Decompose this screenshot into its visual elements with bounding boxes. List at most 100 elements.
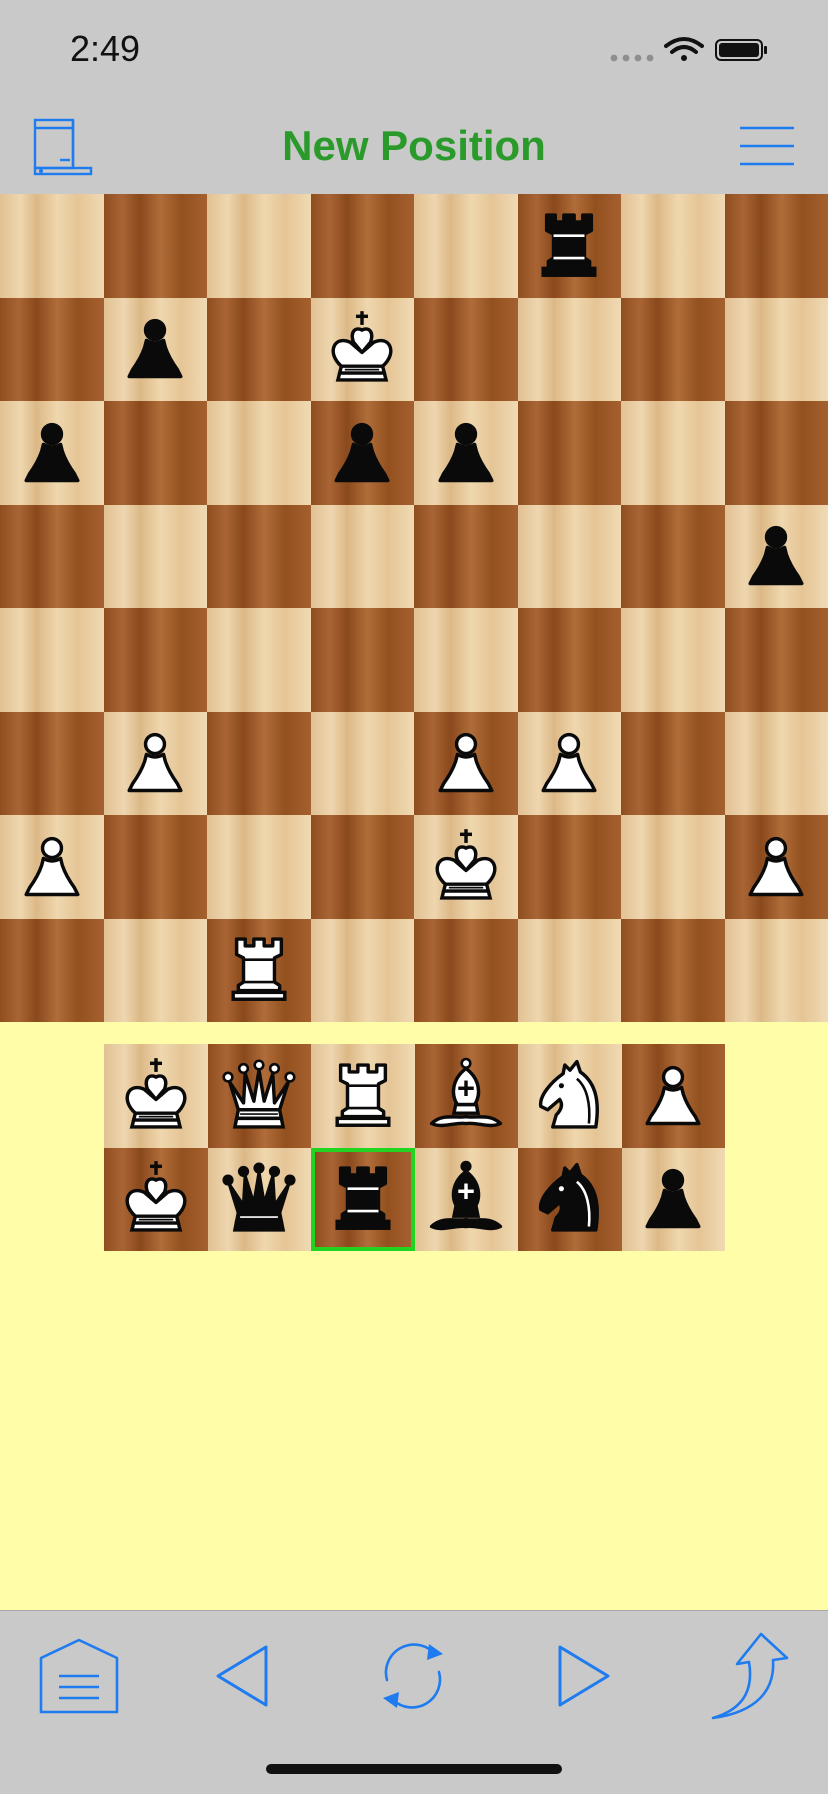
white-king-icon[interactable] (104, 1044, 208, 1148)
white-pawn-icon[interactable] (104, 712, 208, 816)
board-square-b6[interactable] (104, 401, 208, 505)
board-square-g6[interactable] (621, 401, 725, 505)
board-square-f3[interactable] (518, 712, 622, 816)
rotate-board-button[interactable] (368, 1631, 458, 1721)
home-menu-button[interactable] (34, 1631, 124, 1721)
board-square-c5[interactable] (207, 505, 311, 609)
board-square-f8[interactable] (518, 194, 622, 298)
next-move-button[interactable] (538, 1631, 628, 1721)
black-pawn-icon[interactable] (725, 505, 828, 609)
board-square-d7[interactable] (311, 298, 415, 402)
board-square-d5[interactable] (311, 505, 415, 609)
board-square-b3[interactable] (104, 712, 208, 816)
board-square-d6[interactable] (311, 401, 415, 505)
board-square-g4[interactable] (621, 608, 725, 712)
board-square-e8[interactable] (414, 194, 518, 298)
menu-button[interactable] (738, 124, 796, 168)
board-square-c2[interactable] (207, 815, 311, 919)
board-square-a7[interactable] (0, 298, 104, 402)
palette-slot-black-queen[interactable] (208, 1148, 312, 1252)
board-square-a3[interactable] (0, 712, 104, 816)
board-square-g3[interactable] (621, 712, 725, 816)
board-square-h8[interactable] (725, 194, 828, 298)
palette-slot-white-knight[interactable] (518, 1044, 622, 1148)
chess-board[interactable] (0, 194, 828, 1022)
board-square-b1[interactable] (104, 919, 208, 1023)
board-square-g5[interactable] (621, 505, 725, 609)
board-square-a1[interactable] (0, 919, 104, 1023)
board-square-e6[interactable] (414, 401, 518, 505)
black-knight-icon[interactable] (518, 1148, 622, 1252)
black-pawn-icon[interactable] (0, 401, 104, 505)
white-knight-icon[interactable] (518, 1044, 622, 1148)
palette-slot-white-king[interactable] (104, 1148, 208, 1252)
board-square-e5[interactable] (414, 505, 518, 609)
board-square-h6[interactable] (725, 401, 828, 505)
board-square-b7[interactable] (104, 298, 208, 402)
board-square-e2[interactable] (414, 815, 518, 919)
board-square-b4[interactable] (104, 608, 208, 712)
palette-slot-black-pawn[interactable] (622, 1148, 726, 1252)
black-rook-icon[interactable] (315, 1152, 411, 1248)
board-square-f7[interactable] (518, 298, 622, 402)
board-square-f1[interactable] (518, 919, 622, 1023)
board-square-b2[interactable] (104, 815, 208, 919)
board-square-h7[interactable] (725, 298, 828, 402)
board-square-g2[interactable] (621, 815, 725, 919)
white-pawn-icon[interactable] (0, 815, 104, 919)
board-square-e4[interactable] (414, 608, 518, 712)
board-square-e7[interactable] (414, 298, 518, 402)
board-square-d1[interactable] (311, 919, 415, 1023)
board-square-c1[interactable] (207, 919, 311, 1023)
board-square-h1[interactable] (725, 919, 828, 1023)
board-square-c4[interactable] (207, 608, 311, 712)
board-square-f5[interactable] (518, 505, 622, 609)
palette-slot-white-queen[interactable] (208, 1044, 312, 1148)
white-queen-icon[interactable] (208, 1044, 312, 1148)
black-rook-icon[interactable] (518, 194, 622, 298)
black-pawn-icon[interactable] (104, 298, 208, 402)
share-button[interactable] (704, 1631, 794, 1721)
board-square-a4[interactable] (0, 608, 104, 712)
black-pawn-icon[interactable] (414, 401, 518, 505)
board-square-b8[interactable] (104, 194, 208, 298)
board-square-d2[interactable] (311, 815, 415, 919)
white-pawn-icon[interactable] (518, 712, 622, 816)
board-square-h3[interactable] (725, 712, 828, 816)
board-square-c6[interactable] (207, 401, 311, 505)
white-king-icon[interactable] (104, 1148, 208, 1252)
black-queen-icon[interactable] (208, 1148, 312, 1252)
board-square-g8[interactable] (621, 194, 725, 298)
board-square-h4[interactable] (725, 608, 828, 712)
black-pawn-icon[interactable] (622, 1148, 726, 1252)
white-rook-icon[interactable] (311, 1044, 415, 1148)
board-square-d4[interactable] (311, 608, 415, 712)
white-bishop-icon[interactable] (415, 1044, 519, 1148)
board-square-g7[interactable] (621, 298, 725, 402)
white-king-icon[interactable] (311, 298, 415, 402)
white-king-icon[interactable] (414, 815, 518, 919)
white-pawn-icon[interactable] (725, 815, 828, 919)
palette-slot-black-rook[interactable] (311, 1148, 415, 1252)
board-square-c7[interactable] (207, 298, 311, 402)
board-square-f2[interactable] (518, 815, 622, 919)
board-square-f4[interactable] (518, 608, 622, 712)
palette-slot-white-bishop[interactable] (415, 1044, 519, 1148)
palette-slot-black-bishop[interactable] (415, 1148, 519, 1252)
white-pawn-icon[interactable] (622, 1044, 726, 1148)
white-pawn-icon[interactable] (414, 712, 518, 816)
palette-slot-white-king[interactable] (104, 1044, 208, 1148)
board-square-a5[interactable] (0, 505, 104, 609)
white-rook-icon[interactable] (207, 919, 311, 1023)
board-square-e3[interactable] (414, 712, 518, 816)
board-square-d3[interactable] (311, 712, 415, 816)
board-square-h2[interactable] (725, 815, 828, 919)
board-square-g1[interactable] (621, 919, 725, 1023)
board-square-f6[interactable] (518, 401, 622, 505)
black-bishop-icon[interactable] (415, 1148, 519, 1252)
board-square-h5[interactable] (725, 505, 828, 609)
board-square-b5[interactable] (104, 505, 208, 609)
board-square-a8[interactable] (0, 194, 104, 298)
palette-slot-black-knight[interactable] (518, 1148, 622, 1252)
black-pawn-icon[interactable] (311, 401, 415, 505)
